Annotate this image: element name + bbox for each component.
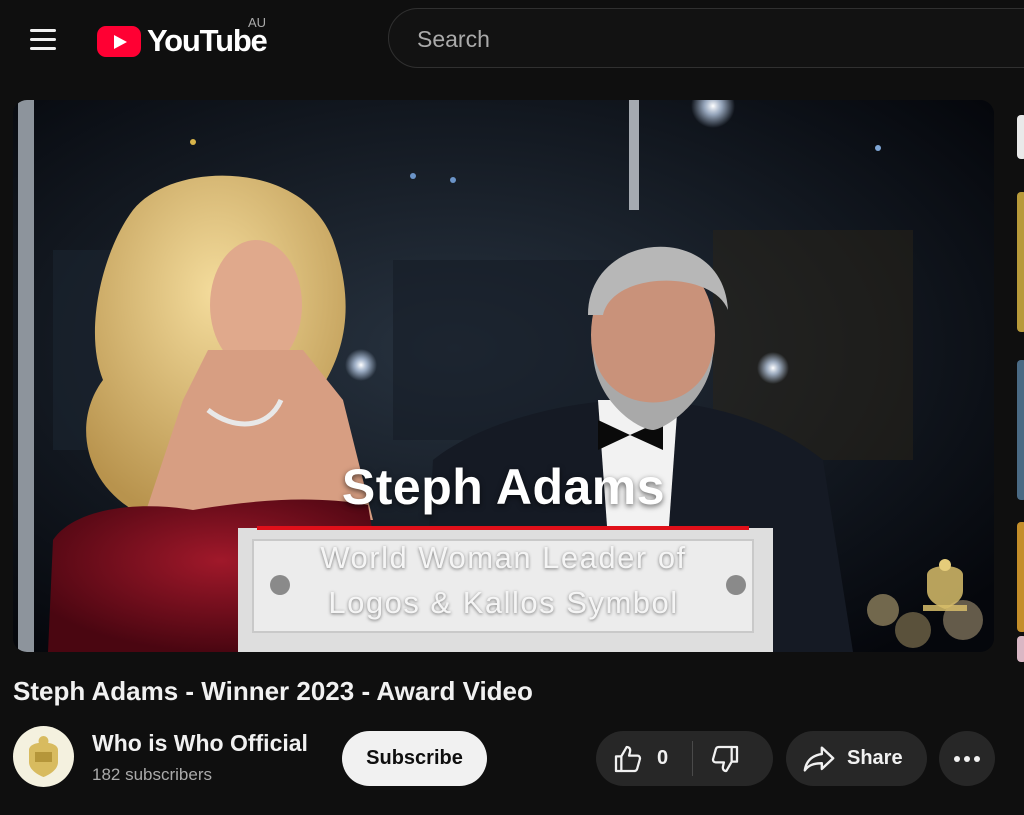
- more-icon: [953, 755, 981, 763]
- country-code: AU: [248, 15, 267, 30]
- channel-avatar[interactable]: [13, 726, 74, 787]
- like-icon: [612, 743, 644, 775]
- share-icon: [802, 742, 836, 776]
- guide-menu-button[interactable]: [22, 22, 64, 56]
- related-video-thumbnail[interactable]: [1017, 636, 1024, 662]
- menu-icon: [30, 29, 56, 32]
- video-caption-line-1: World Woman Leader of: [320, 540, 687, 575]
- dislike-icon: [709, 743, 741, 775]
- video-caption-name: Steph Adams: [341, 459, 666, 515]
- youtube-logo-icon: [97, 25, 141, 57]
- masthead: YouTube AU: [0, 0, 1024, 80]
- channel-watermark-icon: [923, 559, 967, 611]
- dislike-button[interactable]: [693, 731, 773, 786]
- share-label: Share: [847, 747, 903, 769]
- video-title: Steph Adams - Winner 2023 - Award Video: [13, 676, 533, 706]
- youtube-logo[interactable]: YouTube: [97, 21, 268, 61]
- crest-icon: [13, 726, 74, 787]
- like-button[interactable]: 0: [596, 731, 692, 786]
- subscribe-button[interactable]: Subscribe: [342, 731, 487, 786]
- share-button[interactable]: Share: [786, 731, 927, 786]
- more-actions-button[interactable]: [939, 731, 995, 786]
- subscriber-count: 182 subscribers: [92, 765, 213, 784]
- search-input[interactable]: [415, 23, 979, 55]
- related-video-thumbnail[interactable]: [1017, 192, 1024, 332]
- channel-name[interactable]: Who is Who Official: [92, 730, 308, 757]
- related-video-thumbnail[interactable]: [1017, 115, 1024, 159]
- related-video-thumbnail[interactable]: [1017, 360, 1024, 500]
- like-count: 0: [657, 747, 669, 769]
- video-player[interactable]: Steph Adams World Woman Leader of Logos …: [13, 100, 994, 652]
- like-dislike-segment: 0: [596, 731, 773, 786]
- related-video-thumbnail[interactable]: [1017, 522, 1024, 632]
- search-box[interactable]: [388, 8, 1024, 68]
- video-caption-line-2: Logos & Kallos Symbol: [328, 585, 679, 620]
- caption-underline: [257, 526, 749, 530]
